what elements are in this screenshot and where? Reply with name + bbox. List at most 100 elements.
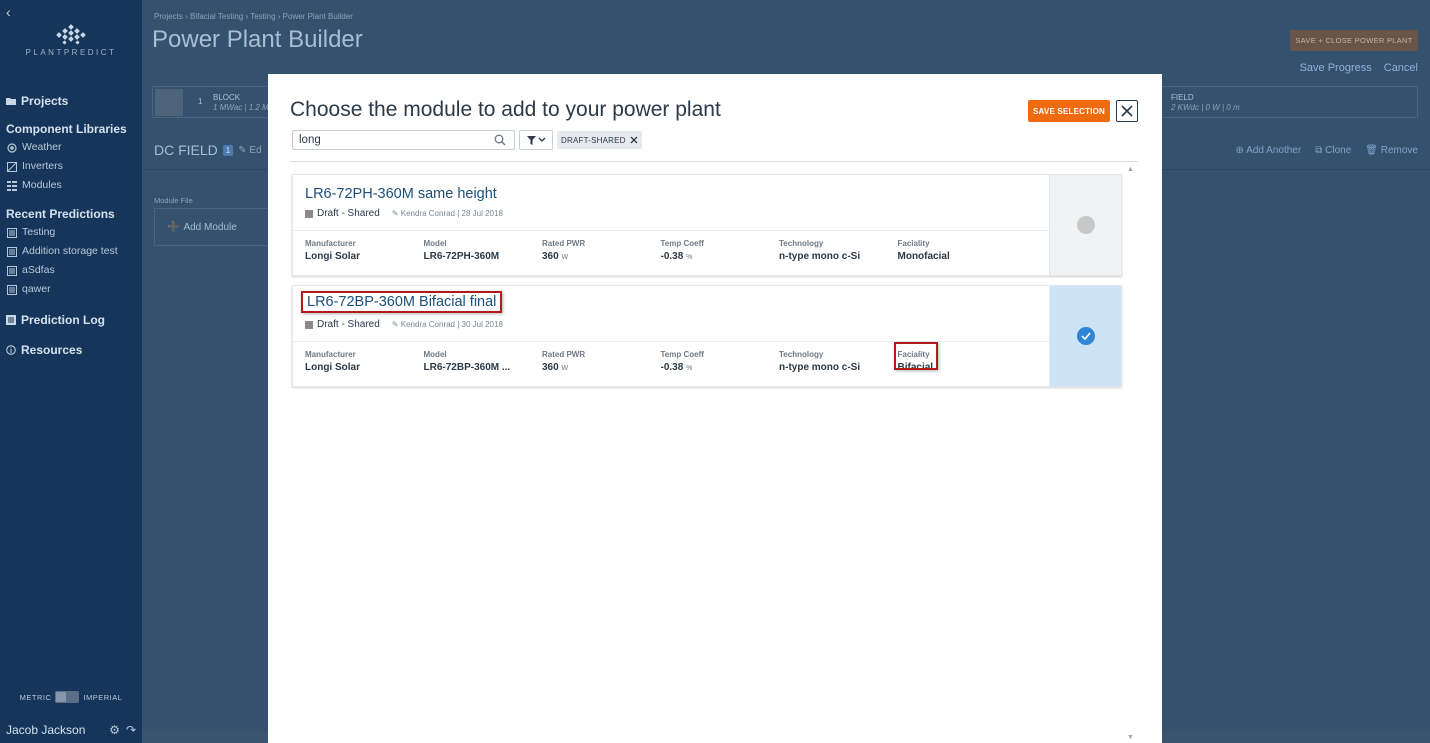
highlight-box [893, 342, 938, 370]
module-name[interactable]: LR6-72BP-360M Bifacial final [301, 291, 503, 313]
add-module-label: Add Module [183, 221, 237, 233]
user-bar: Jacob Jackson ⚙ ↷ [0, 716, 142, 743]
meta-text: Kendra Conrad | 30 Jul 2018 [400, 320, 503, 329]
remove-label: Remove [1380, 145, 1418, 156]
logout-icon[interactable]: ↷ [126, 723, 136, 737]
chevron-left-icon[interactable]: ‹ [6, 4, 11, 20]
vertical-scrollbar[interactable]: ▲ ▼ [1123, 164, 1137, 743]
breadcrumb-item[interactable]: Projects [154, 12, 183, 21]
spec-label: Manufacturer [305, 350, 356, 359]
filter-button[interactable] [519, 130, 553, 150]
module-specs: Manufacturer Longi Solar Model LR6-72BP-36… [305, 342, 1017, 373]
user-actions: ⚙ ↷ [109, 723, 136, 737]
spec-temp-coeff: Temp Coeff -0.38 % [661, 239, 780, 262]
save-progress-link[interactable]: Save Progress [1300, 62, 1372, 74]
breadcrumb-item: Power Plant Builder [282, 12, 353, 21]
block-label[interactable]: BLOCK 1 MWac | 1.2 M [213, 93, 269, 113]
hierarchy-icon[interactable] [155, 89, 183, 116]
module-picker-modal: Choose the module to add to your power p… [268, 74, 1162, 743]
pencil-icon: ✎ [391, 320, 399, 329]
breadcrumb: Projects › Bifacial Testing › Testing › … [154, 12, 353, 21]
save-selection-button[interactable]: SAVE SELECTION [1028, 100, 1110, 122]
breadcrumb-item[interactable]: Bifacial Testing [190, 12, 243, 21]
logo-icon [56, 24, 86, 45]
scroll-down-icon[interactable]: ▼ [1127, 734, 1134, 741]
breadcrumb-item[interactable]: Testing [250, 12, 275, 21]
field-label[interactable]: FIELD 2 KWdc | 0 W | 0 m [1171, 93, 1240, 113]
spec-value: LR6-72PH-360M [423, 251, 500, 262]
sidebar-item-weather[interactable]: Weather [0, 138, 142, 157]
sidebar-item-modules[interactable]: Modules [0, 176, 142, 195]
sidebar-item-label: aSdfas [22, 264, 55, 276]
sidebar-item-recent[interactable]: aSdfas [0, 261, 142, 280]
spec-technology: Technology n-type mono c-Si [779, 350, 898, 373]
spec-label: Technology [779, 350, 824, 359]
spec-unit: % [686, 254, 693, 261]
spec-label: Temp Coeff [660, 239, 704, 248]
dc-field-title: DC FIELD [154, 142, 218, 158]
units-toggle[interactable] [55, 691, 80, 703]
modal-title: Choose the module to add to your power p… [290, 98, 721, 121]
sidebar-section-recent-predictions: Recent Predictions [0, 205, 142, 223]
section-title: Component Libraries [6, 122, 127, 136]
scroll-up-icon[interactable]: ▲ [1127, 166, 1134, 173]
remove-button[interactable]: 🗑 Remove [1365, 145, 1418, 156]
search-icon[interactable] [494, 134, 506, 146]
search-input[interactable] [292, 130, 515, 150]
unit-switch: METRIC IMPERIAL [0, 691, 142, 703]
document-icon [7, 246, 17, 257]
module-meta: ✎ Kendra Conrad | 30 Jul 2018 [392, 320, 503, 329]
module-name[interactable]: LR6-72PH-360M same height [301, 185, 501, 203]
select-toggle[interactable] [1049, 286, 1121, 386]
field-title: FIELD [1171, 93, 1194, 102]
sidebar-item-recent[interactable]: Testing [0, 223, 142, 242]
spec-faciality: Faciality Bifacial [893, 342, 1017, 373]
module-status: Draft - Shared ✎ Kendra Conrad | 30 Jul … [305, 319, 503, 330]
spec-value: Monofacial [897, 251, 950, 262]
select-toggle[interactable] [1049, 175, 1121, 275]
sidebar-item-recent[interactable]: qawer [0, 280, 142, 299]
spec-value: n-type mono c-Si [779, 251, 861, 262]
save-close-button[interactable]: SAVE + CLOSE POWER PLANT [1290, 30, 1418, 51]
sidebar-item-prediction-log[interactable]: Prediction Log [0, 311, 142, 329]
block-number: 1 [198, 97, 203, 106]
gear-icon[interactable]: ⚙ [109, 723, 120, 737]
close-icon[interactable] [630, 136, 638, 144]
close-icon [1121, 105, 1133, 117]
spec-number: 360 [542, 362, 559, 373]
page-title: Power Plant Builder [152, 26, 363, 53]
spec-value: -0.38 % [661, 362, 753, 373]
spec-label: Manufacturer [305, 239, 356, 248]
sidebar-item-label: Weather [22, 141, 62, 153]
add-module-button[interactable]: ➕ Add Module [154, 208, 270, 246]
spec-number: 360 [542, 251, 559, 262]
spec-unit: % [686, 365, 693, 372]
sidebar-item-label: Testing [22, 226, 56, 238]
module-file-label: Module File [154, 196, 193, 205]
module-meta: ✎ Kendra Conrad | 28 Jul 2018 [392, 209, 503, 218]
sidebar-item-projects[interactable]: Projects [0, 92, 142, 110]
add-another-button[interactable]: ⊕ Add Another [1236, 145, 1302, 156]
meta-text: Kendra Conrad | 28 Jul 2018 [400, 209, 503, 218]
filter-icon [526, 135, 536, 145]
sidebar-item-recent[interactable]: Addition storage test [0, 242, 142, 261]
spec-unit: W [561, 254, 569, 261]
sidebar-item-label: Projects [21, 94, 69, 108]
close-button[interactable] [1116, 100, 1138, 122]
module-card[interactable]: LR6-72PH-360M same height Draft - Shared… [292, 174, 1122, 276]
sidebar-item-resources[interactable]: Resources [0, 341, 142, 359]
status-square-icon [305, 320, 313, 329]
inverter-icon [7, 161, 17, 172]
cancel-link[interactable]: Cancel [1384, 62, 1418, 74]
module-specs: Manufacturer Longi Solar Model LR6-72PH-36… [305, 239, 1016, 262]
clone-button[interactable]: ⧉ Clone [1315, 145, 1351, 156]
divider [293, 230, 1050, 231]
document-icon [7, 227, 17, 238]
sidebar-item-inverters[interactable]: Inverters [0, 157, 142, 176]
spec-number: -0.38 [660, 362, 684, 373]
module-card[interactable]: LR6-72BP-360M Bifacial final Draft - Sha… [292, 285, 1122, 387]
radio-unchecked-icon [1076, 216, 1095, 234]
spec-label: Model [423, 350, 447, 359]
chevron-down-icon [538, 137, 545, 142]
edit-link[interactable]: ✎ Ed [238, 145, 261, 156]
